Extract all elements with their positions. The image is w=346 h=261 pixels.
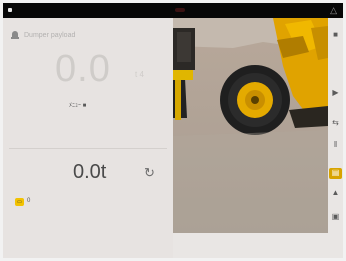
bell-icon: [11, 31, 19, 39]
camera-view: [173, 18, 328, 233]
pause-button[interactable]: ‖: [330, 140, 341, 150]
refresh-icon[interactable]: ↻: [144, 166, 158, 180]
stop-button[interactable]: ■: [330, 30, 341, 40]
status-indicator-icon: [8, 8, 12, 12]
list-button[interactable]: ▤: [330, 168, 341, 178]
status-bar: △: [3, 3, 343, 18]
camera-image: [173, 18, 328, 233]
signal-icon: △: [330, 5, 337, 15]
panel-header: Dumper payload: [11, 28, 75, 42]
menu-label[interactable]: ﾒﾆｭｰ ■: [69, 100, 86, 109]
up-button[interactable]: ▲: [330, 188, 341, 198]
panel-title: Dumper payload: [24, 31, 76, 39]
bucket-count: 0: [27, 198, 31, 204]
swap-button[interactable]: ⇆: [330, 118, 341, 128]
bucket-weight: 0.0t: [73, 161, 107, 183]
app-frame: △ Dumper payload 0.0 t 4 ﾒﾆｭｰ ■ 0.0t ↻ ▭…: [3, 3, 343, 258]
status-red-indicator: [175, 8, 185, 12]
bucket-badge-icon: ▭: [15, 198, 24, 206]
settings-button[interactable]: ▣: [330, 212, 341, 222]
weighing-panel: Dumper payload 0.0 t 4 ﾒﾆｭｰ ■ 0.0t ↻ ▭ 0: [3, 18, 173, 258]
payload-unit: t 4: [135, 70, 144, 79]
play-button[interactable]: ▶: [330, 88, 341, 98]
right-toolbar: ■ ▶ ⇆ ‖ ▤ ▲ ▣: [328, 18, 343, 233]
payload-weight: 0.0: [55, 48, 111, 90]
section-divider: [9, 148, 167, 149]
bottom-strip: [173, 233, 343, 258]
